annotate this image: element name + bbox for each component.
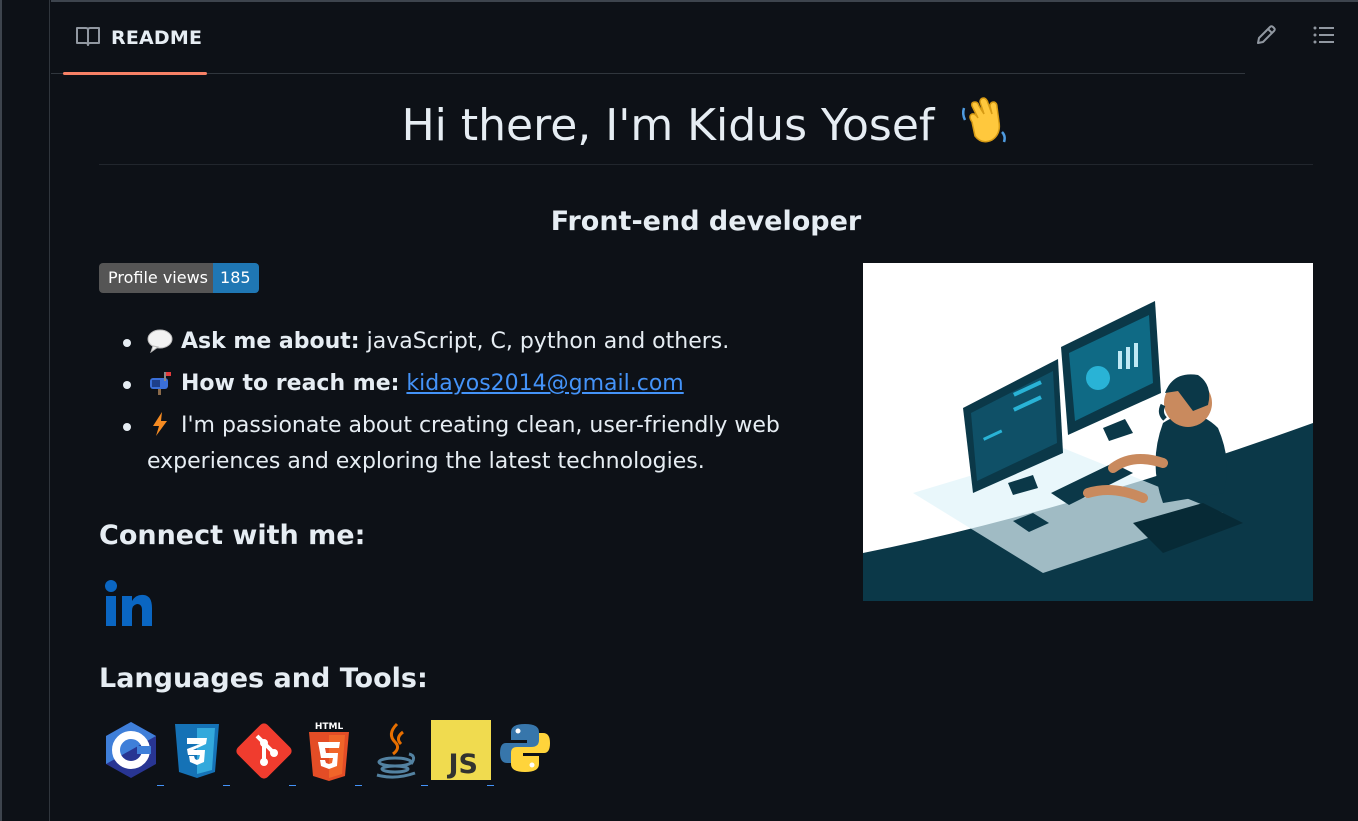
page-title: Hi there, I'm Kidus Yosef	[99, 94, 1313, 156]
readme-panel: README Hi there, I'm Kidus Yosef Front-e…	[51, 0, 1358, 821]
list-item: Ask me about: javaScript, C, python and …	[123, 324, 807, 360]
speech-bubble-icon	[147, 327, 173, 354]
waving-hand-icon	[958, 94, 1010, 146]
list-item-text: I'm passionate about creating clean, use…	[147, 413, 780, 474]
lightning-icon	[147, 411, 173, 437]
badge-count: 185	[213, 263, 259, 293]
email-link[interactable]: kidayos2014@gmail.com	[406, 371, 683, 396]
html5-icon[interactable]: HTML	[297, 718, 363, 786]
list-icon	[1312, 23, 1336, 51]
link-underline	[223, 785, 230, 786]
tools-heading: Languages and Tools:	[99, 663, 428, 694]
css3-icon[interactable]	[165, 718, 231, 786]
about-list: Ask me about: javaScript, C, python and …	[123, 324, 807, 486]
pencil-icon	[1254, 23, 1278, 51]
list-item-bold: How to reach me:	[181, 371, 400, 396]
connect-heading: Connect with me:	[99, 520, 366, 551]
git-icon[interactable]	[231, 718, 297, 786]
svg-text:HTML: HTML	[315, 722, 344, 732]
tab-readme[interactable]: README	[63, 2, 207, 75]
readme-tabbar: README	[51, 2, 1245, 75]
profile-views-badge[interactable]: Profile views 185	[99, 263, 259, 293]
edit-button[interactable]	[1251, 22, 1281, 52]
book-icon	[75, 25, 101, 51]
subtitle: Front-end developer	[550, 206, 862, 237]
list-item-bold: Ask me about:	[181, 329, 360, 354]
c-icon[interactable]	[99, 718, 165, 786]
javascript-icon[interactable]: JS	[429, 718, 495, 786]
outline-button[interactable]	[1309, 22, 1339, 52]
tools-list: HTML JS	[99, 718, 561, 788]
title-text: Hi there, I'm Kidus Yosef	[401, 100, 935, 151]
left-rail	[0, 0, 50, 821]
java-icon[interactable]	[363, 718, 429, 786]
badge-label: Profile views	[99, 263, 214, 293]
tab-readme-label: README	[111, 27, 203, 49]
active-tab-underline	[63, 72, 207, 75]
link-underline	[157, 785, 164, 786]
link-underline	[289, 785, 296, 786]
linkedin-icon[interactable]	[104, 578, 154, 628]
python-icon[interactable]	[495, 718, 561, 784]
link-underline	[421, 785, 428, 786]
link-underline	[355, 785, 362, 786]
list-item: I'm passionate about creating clean, use…	[123, 408, 807, 480]
link-underline	[487, 785, 494, 786]
hero-illustration	[863, 263, 1313, 601]
list-item: How to reach me: kidayos2014@gmail.com	[123, 366, 807, 402]
svg-text:JS: JS	[447, 749, 479, 780]
title-divider	[99, 164, 1313, 165]
list-item-text: javaScript, C, python and others.	[359, 329, 730, 354]
mailbox-icon	[147, 369, 173, 395]
